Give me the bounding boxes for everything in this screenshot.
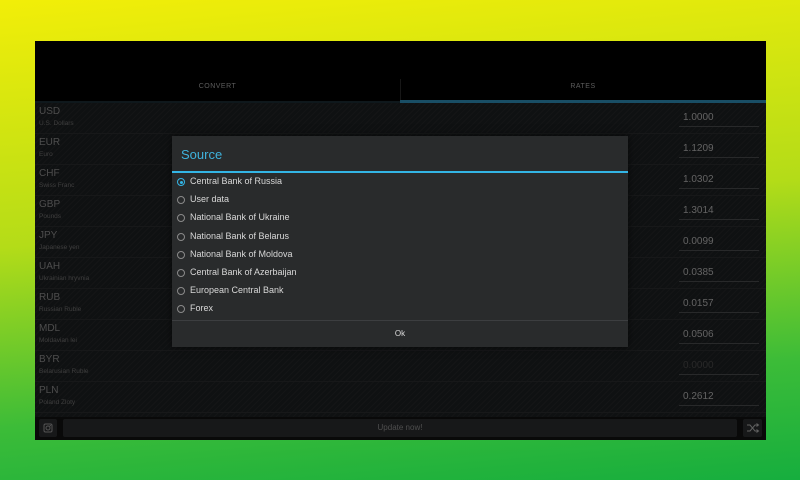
source-option[interactable]: Central Bank of Azerbaijan [172, 265, 628, 283]
source-option-label: European Central Bank [190, 285, 284, 296]
source-option-label: National Bank of Moldova [190, 248, 293, 259]
source-option-label: National Bank of Ukraine [190, 212, 290, 223]
radio-button[interactable] [177, 250, 185, 259]
radio-button-checked[interactable] [177, 178, 185, 186]
app-screen: CONVERT RATES USD U.S. Dollars 1.0000 EU… [35, 41, 766, 440]
source-option-label: Forex [190, 303, 214, 314]
radio-button[interactable] [177, 305, 185, 314]
source-option[interactable]: Forex [172, 301, 628, 319]
radio-button[interactable] [177, 196, 185, 205]
source-option[interactable]: National Bank of Moldova [172, 247, 628, 265]
source-option-label: User data [190, 194, 230, 205]
source-dialog: Source Central Bank of Russia User data … [172, 136, 628, 347]
source-option[interactable]: Central Bank of Russia [172, 174, 628, 192]
ok-button[interactable]: Ok [172, 321, 628, 347]
radio-button[interactable] [177, 214, 185, 223]
source-option-label: Central Bank of Azerbaijan [190, 266, 297, 277]
source-option[interactable]: User data [172, 192, 628, 210]
source-option-label: Central Bank of Russia [190, 176, 283, 186]
radio-button[interactable] [177, 287, 185, 296]
radio-button[interactable] [177, 232, 185, 241]
source-options: Central Bank of Russia User data Nationa… [172, 174, 628, 320]
source-option[interactable]: National Bank of Belarus [172, 229, 628, 247]
dialog-title: Source [181, 147, 223, 162]
source-option[interactable]: National Bank of Ukraine [172, 210, 628, 228]
radio-button[interactable] [177, 268, 185, 277]
source-option-label: National Bank of Belarus [190, 230, 290, 241]
source-option[interactable]: European Central Bank [172, 283, 628, 301]
dialog-title-divider [172, 171, 628, 173]
